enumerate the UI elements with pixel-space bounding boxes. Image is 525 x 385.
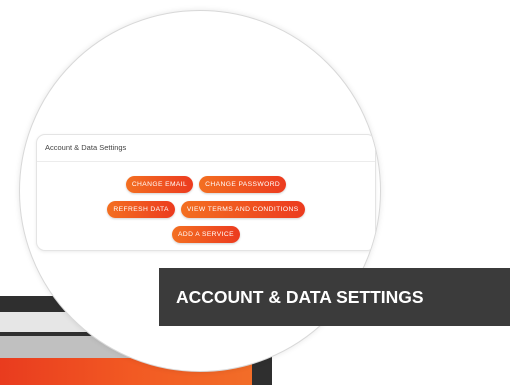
section-label-banner: ACCOUNT & DATA SETTINGS xyxy=(159,268,510,326)
account-settings-panel: Account & Data Settings CHANGE EMAIL CHA… xyxy=(36,134,376,251)
button-row-3: ADD A SERVICE xyxy=(37,226,375,243)
screenshot-stage: Account & Data Settings CHANGE EMAIL CHA… xyxy=(0,0,525,385)
panel-title: Account & Data Settings xyxy=(37,135,375,162)
view-terms-button[interactable]: VIEW TERMS AND CONDITIONS xyxy=(180,201,305,218)
change-email-button[interactable]: CHANGE EMAIL xyxy=(125,176,194,193)
button-row-2: REFRESH DATA VIEW TERMS AND CONDITIONS xyxy=(37,201,375,218)
change-password-button[interactable]: CHANGE PASSWORD xyxy=(199,176,287,193)
add-service-button[interactable]: ADD A SERVICE xyxy=(172,226,240,243)
refresh-data-button[interactable]: REFRESH DATA xyxy=(107,201,175,218)
button-row-1: CHANGE EMAIL CHANGE PASSWORD xyxy=(37,176,375,193)
